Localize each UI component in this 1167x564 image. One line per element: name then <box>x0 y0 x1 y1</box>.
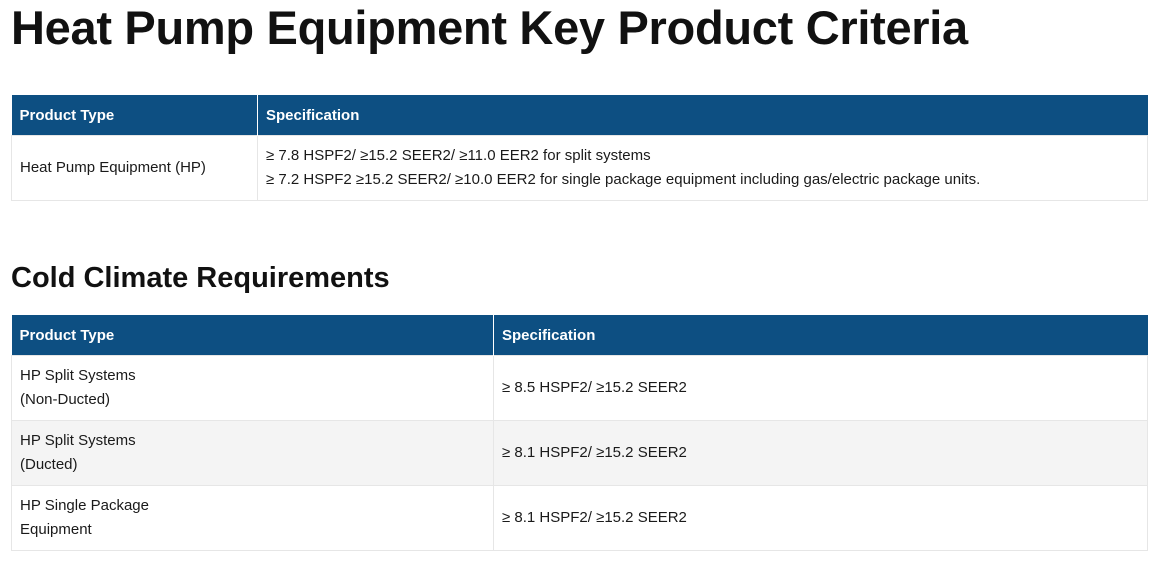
product-type-line: HP Split Systems <box>20 432 136 449</box>
product-type-line: HP Single Package <box>20 497 149 514</box>
column-header-specification: Specification <box>257 95 1148 136</box>
specification-cell: ≥ 8.1 HSPF2/ ≥15.2 SEER2 <box>493 420 1148 486</box>
table-row: HP Split Systems (Non-Ducted) ≥ 8.5 HSPF… <box>11 355 1148 421</box>
table-row: HP Single Package Equipment ≥ 8.1 HSPF2/… <box>11 485 1148 551</box>
table-header-row: Product Type Specification <box>11 95 1148 136</box>
section-title: Cold Climate Requirements <box>11 262 390 294</box>
product-type-cell: HP Split Systems (Non-Ducted) <box>11 355 494 421</box>
table-row: HP Split Systems (Ducted) ≥ 8.1 HSPF2/ ≥… <box>11 420 1148 486</box>
product-type-line: (Non-Ducted) <box>20 391 111 408</box>
product-type-line: Equipment <box>20 521 92 538</box>
specification-cell: ≥ 8.5 HSPF2/ ≥15.2 SEER2 <box>493 355 1148 421</box>
page-title: Heat Pump Equipment Key Product Criteria <box>11 1 968 54</box>
product-type-cell: HP Single Package Equipment <box>11 485 494 551</box>
key-criteria-table: Product Type Specification Heat Pump Equ… <box>11 95 1148 201</box>
specification-cell: ≥ 7.8 HSPF2/ ≥15.2 SEER2/ ≥11.0 EER2 for… <box>257 135 1148 201</box>
product-type-line: (Ducted) <box>20 456 78 473</box>
table-row: Heat Pump Equipment (HP) ≥ 7.8 HSPF2/ ≥1… <box>11 135 1148 201</box>
cold-climate-table: Product Type Specification HP Split Syst… <box>11 315 1148 551</box>
specification-line: ≥ 7.2 HSPF2 ≥15.2 SEER2/ ≥10.0 EER2 for … <box>266 171 981 188</box>
specification-line: ≥ 7.8 HSPF2/ ≥15.2 SEER2/ ≥11.0 EER2 for… <box>266 147 651 164</box>
product-type-line: HP Split Systems <box>20 367 136 384</box>
product-type-cell: HP Split Systems (Ducted) <box>11 420 494 486</box>
column-header-specification: Specification <box>493 315 1148 356</box>
table-header-row: Product Type Specification <box>11 315 1148 356</box>
specification-cell: ≥ 8.1 HSPF2/ ≥15.2 SEER2 <box>493 485 1148 551</box>
product-type-cell: Heat Pump Equipment (HP) <box>11 135 258 201</box>
column-header-product-type: Product Type <box>11 315 494 356</box>
column-header-product-type: Product Type <box>11 95 258 136</box>
